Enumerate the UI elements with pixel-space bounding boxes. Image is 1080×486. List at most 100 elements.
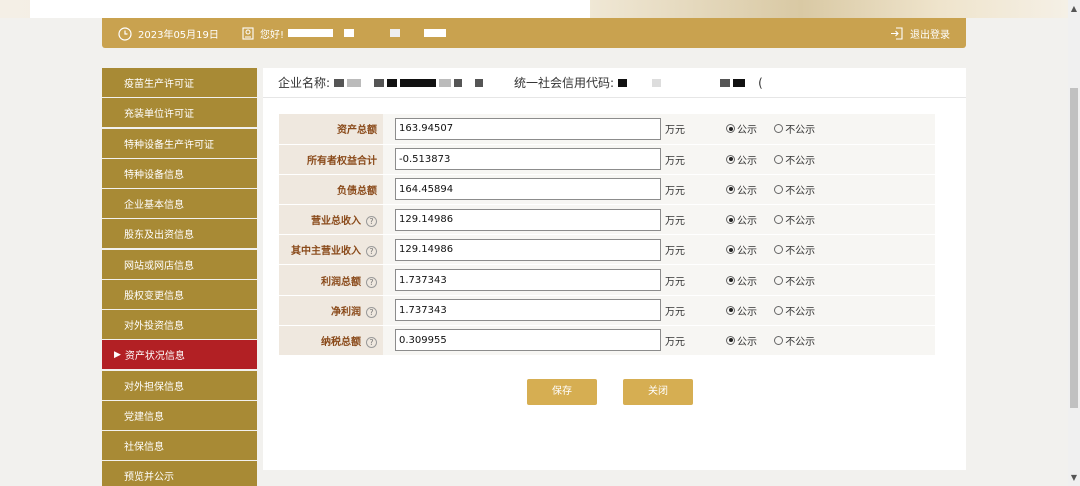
row-label: 其中主营业收入?: [279, 234, 383, 266]
page-scrollbar[interactable]: ▲ ▼: [1068, 0, 1080, 486]
sidebar-item-equity-change[interactable]: 股权变更信息: [102, 279, 257, 309]
sidebar-item-website[interactable]: 网站或网店信息: [102, 249, 257, 279]
sidebar-item-preview-publish[interactable]: 预览并公示: [102, 461, 257, 486]
redaction-block: [288, 18, 480, 48]
scroll-up-icon[interactable]: ▲: [1068, 4, 1080, 13]
top-banner: [0, 0, 1068, 18]
total-revenue-input[interactable]: [395, 208, 661, 231]
sidebar-item-label: 网站或网店信息: [124, 260, 194, 272]
sidebar-item-label: 资产状况信息: [124, 351, 185, 363]
sidebar-item-special-equipment-info[interactable]: 特种设备信息: [102, 158, 257, 188]
public-radio[interactable]: 公示: [726, 152, 757, 167]
sidebar-item-filling-license[interactable]: 充装单位许可证: [102, 98, 257, 128]
sidebar-item-assets[interactable]: ▶ 资产状况信息: [102, 340, 257, 370]
greeting-text: 您好!: [260, 30, 285, 41]
sidebar-item-basic-info[interactable]: 企业基本信息: [102, 189, 257, 218]
question-icon[interactable]: ?: [366, 216, 377, 228]
unit-label: 万元: [661, 295, 716, 326]
logout-icon: [891, 27, 903, 40]
public-radio[interactable]: 公示: [726, 273, 757, 288]
not-public-radio[interactable]: 不公示: [774, 242, 815, 257]
sidebar-item-label: 对外担保信息: [124, 381, 184, 393]
clock-icon: [118, 26, 132, 41]
net-profit-input[interactable]: [395, 299, 661, 322]
question-icon[interactable]: ?: [366, 336, 377, 348]
sidebar-item-label: 股东及出资信息: [124, 230, 194, 242]
sidebar-item-label: 疫苗生产许可证: [124, 79, 194, 90]
table-row: 所有者权益合计 万元 公示 不公示: [279, 144, 935, 175]
not-public-radio[interactable]: 不公示: [774, 333, 815, 348]
row-label: 营业总收入?: [279, 204, 383, 236]
company-name-label: 企业名称:: [278, 76, 331, 90]
date-text: 2023年05月19日: [138, 30, 219, 41]
sidebar: 疫苗生产许可证 充装单位许可证 特种设备生产许可证 特种设备信息 企业基本信息 …: [102, 68, 257, 486]
row-label: 负债总额: [279, 174, 383, 206]
not-public-radio[interactable]: 不公示: [774, 212, 815, 227]
total-profit-input[interactable]: [395, 269, 661, 292]
row-label: 所有者权益合计: [279, 144, 383, 175]
public-radio[interactable]: 公示: [726, 212, 757, 227]
main-revenue-input[interactable]: [395, 238, 661, 261]
user-icon: [242, 27, 254, 40]
public-radio[interactable]: 公示: [726, 303, 757, 318]
active-arrow-icon: ▶: [114, 349, 121, 360]
row-label: 利润总额?: [279, 264, 383, 296]
sidebar-item-special-equipment-license[interactable]: 特种设备生产许可证: [102, 128, 257, 158]
not-public-radio[interactable]: 不公示: [774, 121, 815, 136]
not-public-radio[interactable]: 不公示: [774, 273, 815, 288]
sidebar-item-investment[interactable]: 对外投资信息: [102, 310, 257, 339]
not-public-radio[interactable]: 不公示: [774, 303, 815, 318]
close-button[interactable]: 关闭: [623, 379, 693, 405]
sidebar-item-shareholders[interactable]: 股东及出资信息: [102, 219, 257, 249]
table-row: 利润总额? 万元 公示 不公示: [279, 264, 935, 296]
question-icon[interactable]: ?: [366, 276, 377, 288]
sidebar-item-label: 预览并公示: [124, 472, 174, 484]
sidebar-item-vaccine-license[interactable]: 疫苗生产许可证: [102, 68, 257, 97]
row-label: 资产总额: [279, 114, 383, 145]
table-row: 负债总额 万元 公示 不公示: [279, 174, 935, 206]
public-radio[interactable]: 公示: [726, 242, 757, 257]
question-icon[interactable]: ?: [366, 306, 377, 318]
owner-equity-input[interactable]: [395, 148, 661, 171]
main-panel: 企业名称: 统一社会信用代码: ( 资产总额 万元 公示 不公示 所有者权益合计: [263, 68, 966, 470]
public-radio[interactable]: 公示: [726, 121, 757, 136]
total-assets-input[interactable]: [395, 117, 661, 140]
not-public-radio[interactable]: 不公示: [774, 152, 815, 167]
total-tax-input[interactable]: [395, 329, 661, 352]
redacted-company-name: [334, 76, 486, 90]
row-label: 纳税总额?: [279, 325, 383, 357]
table-row: 净利润? 万元 公示 不公示: [279, 295, 935, 326]
table-row: 其中主营业收入? 万元 公示 不公示: [279, 234, 935, 266]
sidebar-item-label: 充装单位许可证: [124, 109, 194, 121]
sidebar-item-label: 股权变更信息: [124, 290, 184, 302]
logout-button[interactable]: 退出登录: [890, 26, 950, 41]
logout-label: 退出登录: [910, 30, 950, 41]
asset-status-table: 资产总额 万元 公示 不公示 所有者权益合计 万元 公示 不公示 负债总额: [279, 114, 935, 357]
public-radio[interactable]: 公示: [726, 333, 757, 348]
unit-label: 万元: [661, 325, 716, 357]
greeting: 您好!: [242, 26, 284, 41]
sidebar-item-guarantee[interactable]: 对外担保信息: [102, 370, 257, 400]
row-label: 净利润?: [279, 295, 383, 326]
not-public-radio[interactable]: 不公示: [774, 182, 815, 197]
total-liabilities-input[interactable]: [395, 178, 661, 201]
scrollbar-thumb[interactable]: [1070, 88, 1078, 408]
sidebar-item-label: 特种设备信息: [124, 169, 184, 181]
credit-code-label: 统一社会信用代码:: [514, 76, 615, 90]
sidebar-item-social-security[interactable]: 社保信息: [102, 431, 257, 460]
sidebar-item-label: 特种设备生产许可证: [124, 139, 214, 151]
sidebar-item-label: 社保信息: [124, 442, 164, 453]
scroll-down-icon[interactable]: ▼: [1068, 473, 1080, 482]
redaction-block: [288, 0, 480, 18]
header-bar: 2023年05月19日 您好! 退出登录: [102, 18, 966, 48]
public-radio[interactable]: 公示: [726, 182, 757, 197]
unit-label: 万元: [661, 174, 716, 206]
credit-code-tail: (: [758, 75, 763, 90]
sidebar-item-label: 企业基本信息: [124, 200, 184, 211]
sidebar-item-party[interactable]: 党建信息: [102, 400, 257, 430]
question-icon[interactable]: ?: [366, 246, 377, 258]
save-button[interactable]: 保存: [527, 379, 597, 405]
unit-label: 万元: [661, 264, 716, 296]
unit-label: 万元: [661, 234, 716, 266]
unit-label: 万元: [661, 114, 716, 145]
